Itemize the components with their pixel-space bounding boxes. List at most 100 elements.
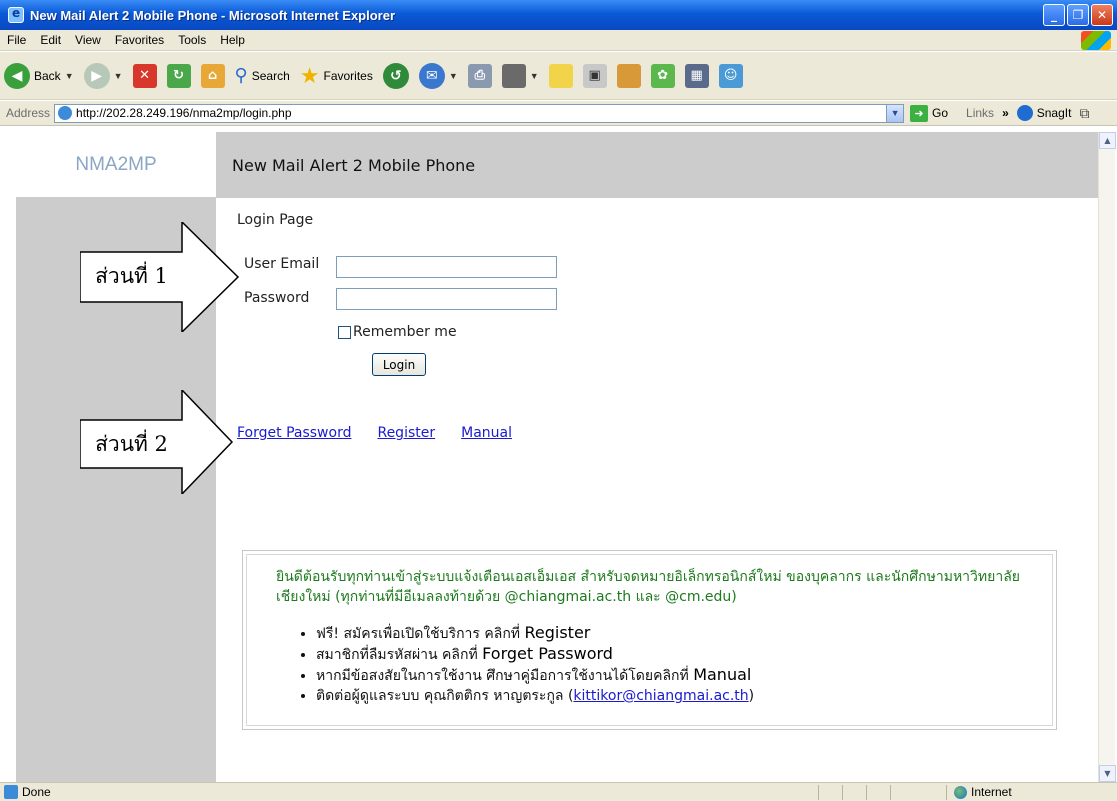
- stop-icon: ✕: [132, 63, 157, 88]
- address-bar: Address http://202.28.249.196/nma2mp/log…: [0, 101, 1117, 126]
- list-item: หากมีข้อสงสัยในการใช้งาน ศึกษาคู่มือการใ…: [316, 665, 1036, 686]
- list-item-keyword: Register: [524, 623, 591, 642]
- calc-button[interactable]: ▦: [684, 63, 709, 88]
- list-item-text: ฟรี! สมัครเพื่อเปิดใช้บริการ คลิกที่: [316, 626, 525, 642]
- list-item: ติดต่อผู้ดูแลระบบ คุณกิตติกร หาญตระกูล (…: [316, 686, 1036, 706]
- status-divider: [866, 785, 867, 800]
- status-bar: Done Internet: [0, 782, 1117, 801]
- icq-button[interactable]: ✿: [650, 63, 675, 88]
- password-input[interactable]: [336, 288, 557, 310]
- print-button[interactable]: ⎙: [467, 63, 492, 88]
- links-label[interactable]: Links: [966, 106, 994, 120]
- main-content: Login Page User Email Password Remember …: [216, 198, 1098, 782]
- menu-view[interactable]: View: [68, 33, 108, 47]
- menu-bar: File Edit View Favorites Tools Help: [0, 30, 1117, 51]
- menu-help[interactable]: Help: [213, 33, 252, 47]
- list-item: ฟรี! สมัครเพื่อเปิดใช้บริการ คลิกที่ Reg…: [316, 623, 1036, 644]
- snagit-window-icon[interactable]: ⧉: [1079, 105, 1089, 122]
- menu-tools[interactable]: Tools: [171, 33, 213, 47]
- address-label: Address: [6, 106, 51, 120]
- scroll-up-icon[interactable]: ▲: [1099, 132, 1116, 149]
- research-button[interactable]: [616, 63, 641, 88]
- notes-button[interactable]: [548, 63, 573, 88]
- search-button[interactable]: ⚲ Search: [235, 65, 290, 86]
- users-button[interactable]: ☺: [718, 63, 743, 88]
- edit-button[interactable]: ▼: [501, 63, 539, 88]
- status-divider: [842, 785, 843, 800]
- maximize-button[interactable]: ❐: [1067, 4, 1089, 26]
- history-button[interactable]: ↺: [382, 62, 409, 89]
- remember-me[interactable]: Remember me: [338, 324, 457, 340]
- go-button[interactable]: ➜ Go: [910, 104, 948, 122]
- print-icon: ⎙: [467, 63, 492, 88]
- close-button[interactable]: ✕: [1091, 4, 1113, 26]
- remember-checkbox[interactable]: [338, 325, 351, 339]
- chevron-down-icon: ▼: [64, 70, 74, 81]
- site-logo: NMA2MP: [16, 132, 216, 198]
- security-zone[interactable]: Internet: [954, 785, 1012, 799]
- list-item-text: สมาชิกที่ลืมรหัสผ่าน คลิกที่: [316, 647, 483, 663]
- forward-arrow-icon: ▶: [83, 62, 110, 89]
- scroll-down-icon[interactable]: ▼: [1099, 765, 1116, 782]
- search-icon: ⚲: [234, 65, 248, 85]
- windows-logo-icon: [1081, 31, 1111, 50]
- account-links: Forget Password Register Manual: [237, 425, 538, 441]
- back-button[interactable]: ◀ Back ▼: [4, 62, 74, 89]
- chevron-down-icon: ▼: [448, 70, 458, 81]
- menu-edit[interactable]: Edit: [33, 33, 68, 47]
- email-input[interactable]: [336, 256, 557, 278]
- page-header: New Mail Alert 2 Mobile Phone: [216, 132, 1098, 198]
- refresh-button[interactable]: ↻: [166, 63, 191, 88]
- messenger-button[interactable]: ▣: [582, 63, 607, 88]
- stop-button[interactable]: ✕: [132, 63, 157, 88]
- annotation-label: ส่วนที่ 1: [95, 264, 168, 288]
- window-title-bar[interactable]: New Mail Alert 2 Mobile Phone - Microsof…: [0, 0, 1117, 30]
- vertical-scrollbar[interactable]: ▲ ▼: [1098, 132, 1116, 782]
- chevron-down-icon: ▼: [529, 70, 539, 81]
- history-icon: ↺: [382, 62, 409, 89]
- admin-email-link[interactable]: kittikor@chiangmai.ac.th: [573, 688, 748, 704]
- mail-button[interactable]: ✉ ▼: [418, 62, 458, 89]
- status-divider: [946, 785, 947, 800]
- list-item: สมาชิกที่ลืมรหัสผ่าน คลิกที่ Forget Pass…: [316, 644, 1036, 665]
- menu-file[interactable]: File: [0, 33, 33, 47]
- menu-favorites[interactable]: Favorites: [108, 33, 171, 47]
- ie-icon: [8, 6, 24, 23]
- chevron-down-icon[interactable]: ▼: [886, 104, 904, 122]
- address-input[interactable]: http://202.28.249.196/nma2mp/login.php ▼: [54, 103, 905, 123]
- login-button[interactable]: Login: [372, 353, 426, 376]
- manual-link[interactable]: Manual: [461, 425, 512, 441]
- edit-icon: [501, 63, 526, 88]
- minimize-button[interactable]: _: [1043, 4, 1065, 26]
- info-list: ฟรี! สมัครเพื่อเปิดใช้บริการ คลิกที่ Reg…: [316, 623, 1036, 706]
- list-item-keyword: Forget Password: [482, 644, 613, 663]
- page-done-icon: [4, 785, 18, 799]
- home-icon: ⌂: [200, 63, 225, 88]
- page-icon: [58, 106, 73, 120]
- status-divider: [818, 785, 819, 800]
- snagit-button[interactable]: SnagIt: [1016, 105, 1072, 121]
- links-more-chevron[interactable]: »: [1002, 106, 1009, 120]
- status-divider: [890, 785, 891, 800]
- home-button[interactable]: ⌂: [200, 63, 225, 88]
- remember-label: Remember me: [353, 324, 457, 340]
- flower-icon: ✿: [650, 63, 675, 88]
- back-arrow-icon: ◀: [4, 62, 30, 89]
- window-title: New Mail Alert 2 Mobile Phone - Microsof…: [30, 7, 396, 23]
- snagit-label: SnagIt: [1036, 106, 1072, 120]
- search-label: Search: [251, 68, 290, 83]
- links-toolbar: Links » SnagIt ⧉: [966, 105, 1089, 122]
- window-controls: _ ❐ ✕: [1043, 4, 1113, 26]
- star-icon: ★: [299, 62, 320, 88]
- welcome-text: ยินดีต้อนรับทุกท่านเข้าสู่ระบบแจ้งเตือนเ…: [276, 569, 1020, 605]
- books-icon: [616, 63, 641, 88]
- welcome-info-box: ยินดีต้อนรับทุกท่านเข้าสู่ระบบแจ้งเตือนเ…: [242, 550, 1057, 730]
- address-url: http://202.28.249.196/nma2mp/login.php: [76, 106, 292, 120]
- chevron-down-icon: ▼: [113, 70, 123, 81]
- forward-button[interactable]: ▶ ▼: [83, 62, 123, 89]
- favorites-button[interactable]: ★ Favorites: [300, 63, 373, 89]
- status-text: Done: [22, 785, 51, 799]
- back-label: Back: [34, 68, 61, 83]
- notes-icon: [548, 63, 573, 88]
- register-link[interactable]: Register: [377, 425, 435, 441]
